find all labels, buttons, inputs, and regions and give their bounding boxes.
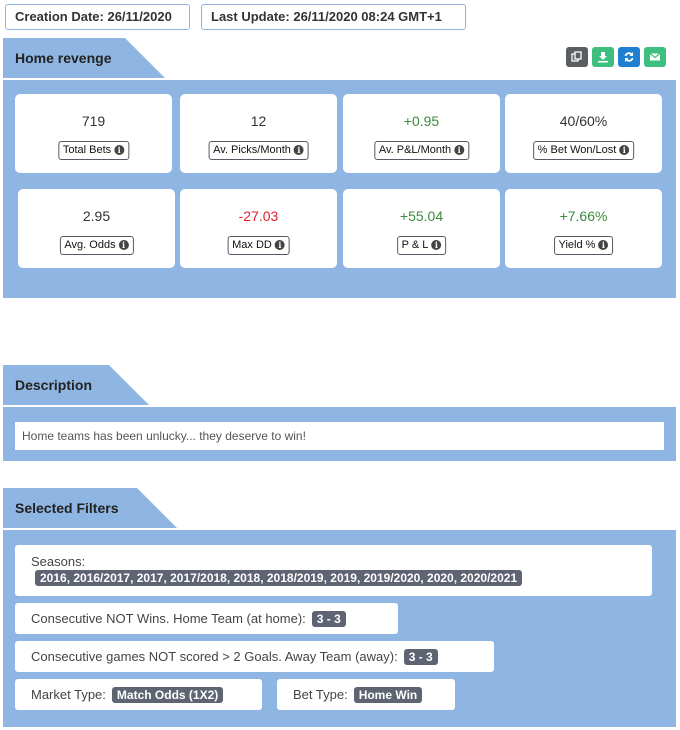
tab-slant [107,365,149,405]
download-icon [598,52,608,63]
filter-label: Consecutive NOT Wins. Home Team (at home… [31,611,306,626]
description-tab: Description [3,365,149,405]
strategy-toolbar [566,47,666,67]
tab-slant [135,488,177,528]
description-text: Home teams has been unlucky... they dese… [15,422,664,450]
stat-label[interactable]: Max DD i [227,236,290,255]
filter-label: Bet Type: [293,687,348,702]
info-icon: i [619,145,630,155]
filter-chip: 3 - 3 [311,611,346,627]
seasons-label: Seasons: [31,554,86,569]
filter-market-type: Market Type: Match Odds (1X2) [15,679,262,710]
seasons-chip: 2016, 2016/2017, 2017, 2017/2018, 2018, … [35,570,523,586]
filter-chip: Home Win [353,687,423,703]
stat-value: +7.66% [559,208,608,224]
stat-card-avg-odds: 2.95 Avg. Odds i [18,189,175,268]
stat-label[interactable]: Av. P&L/Month i [373,141,470,160]
tab-slant [123,38,165,78]
stat-value: 2.95 [82,208,111,224]
filter-label: Market Type: [31,687,106,702]
filter-consecutive-not-wins: Consecutive NOT Wins. Home Team (at home… [15,603,398,634]
stat-label[interactable]: Avg. Odds i [59,236,134,255]
stat-value: -27.03 [238,208,279,224]
download-button[interactable] [592,47,614,67]
refresh-icon [624,52,634,62]
strategy-title: Home revenge [15,50,112,66]
stat-value: +55.04 [399,208,444,224]
filters-tab: Selected Filters [3,488,177,528]
stat-value: 40/60% [559,113,608,129]
filter-chip: Match Odds (1X2) [111,687,224,703]
stat-card-pl: +55.04 P & Li [343,189,500,268]
stat-card-av-pl-month: +0.95 Av. P&L/Month i [343,94,500,173]
envelope-icon [649,53,661,61]
creation-date-badge: Creation Date: 26/11/2020 [5,4,190,30]
stat-label[interactable]: Yield % i [553,236,614,255]
info-icon: i [274,240,285,250]
stat-card-av-picks-month: 12 Av. Picks/Month i [180,94,337,173]
info-icon: i [114,145,125,155]
filter-bet-type: Bet Type: Home Win [277,679,455,710]
stat-value: 719 [81,113,106,129]
filter-label: Consecutive games NOT scored > 2 Goals. … [31,649,398,664]
stat-card-bet-won-lost: 40/60% % Bet Won/Lost i [505,94,662,173]
info-icon: i [293,145,304,155]
stat-card-yield: +7.66% Yield % i [505,189,662,268]
filter-consecutive-not-scored: Consecutive games NOT scored > 2 Goals. … [15,641,494,672]
refresh-button[interactable] [618,47,640,67]
stat-value: 12 [250,113,267,129]
stat-label[interactable]: Av. Picks/Month i [208,141,309,160]
info-icon: i [118,240,129,250]
filter-chip: 3 - 3 [403,649,438,665]
copy-button[interactable] [566,47,588,67]
copy-icon [571,51,582,62]
stat-card-max-dd: -27.03 Max DD i [180,189,337,268]
filters-title: Selected Filters [15,500,119,516]
info-icon: i [598,240,609,250]
info-icon: i [454,145,465,155]
last-update-badge: Last Update: 26/11/2020 08:24 GMT+1 [201,4,466,30]
email-button[interactable] [644,47,666,67]
description-title: Description [15,377,93,393]
stat-label[interactable]: Total Bets i [57,141,130,160]
filter-seasons: Seasons: 2016, 2016/2017, 2017, 2017/201… [15,545,652,596]
stat-card-total-bets: 719 Total Bets i [15,94,172,173]
info-icon: i [431,240,442,250]
stat-label[interactable]: % Bet Won/Lost i [532,141,635,160]
strategy-title-tab: Home revenge [3,38,165,78]
stat-value: +0.95 [403,113,440,129]
stat-label[interactable]: P & Li [396,236,447,255]
